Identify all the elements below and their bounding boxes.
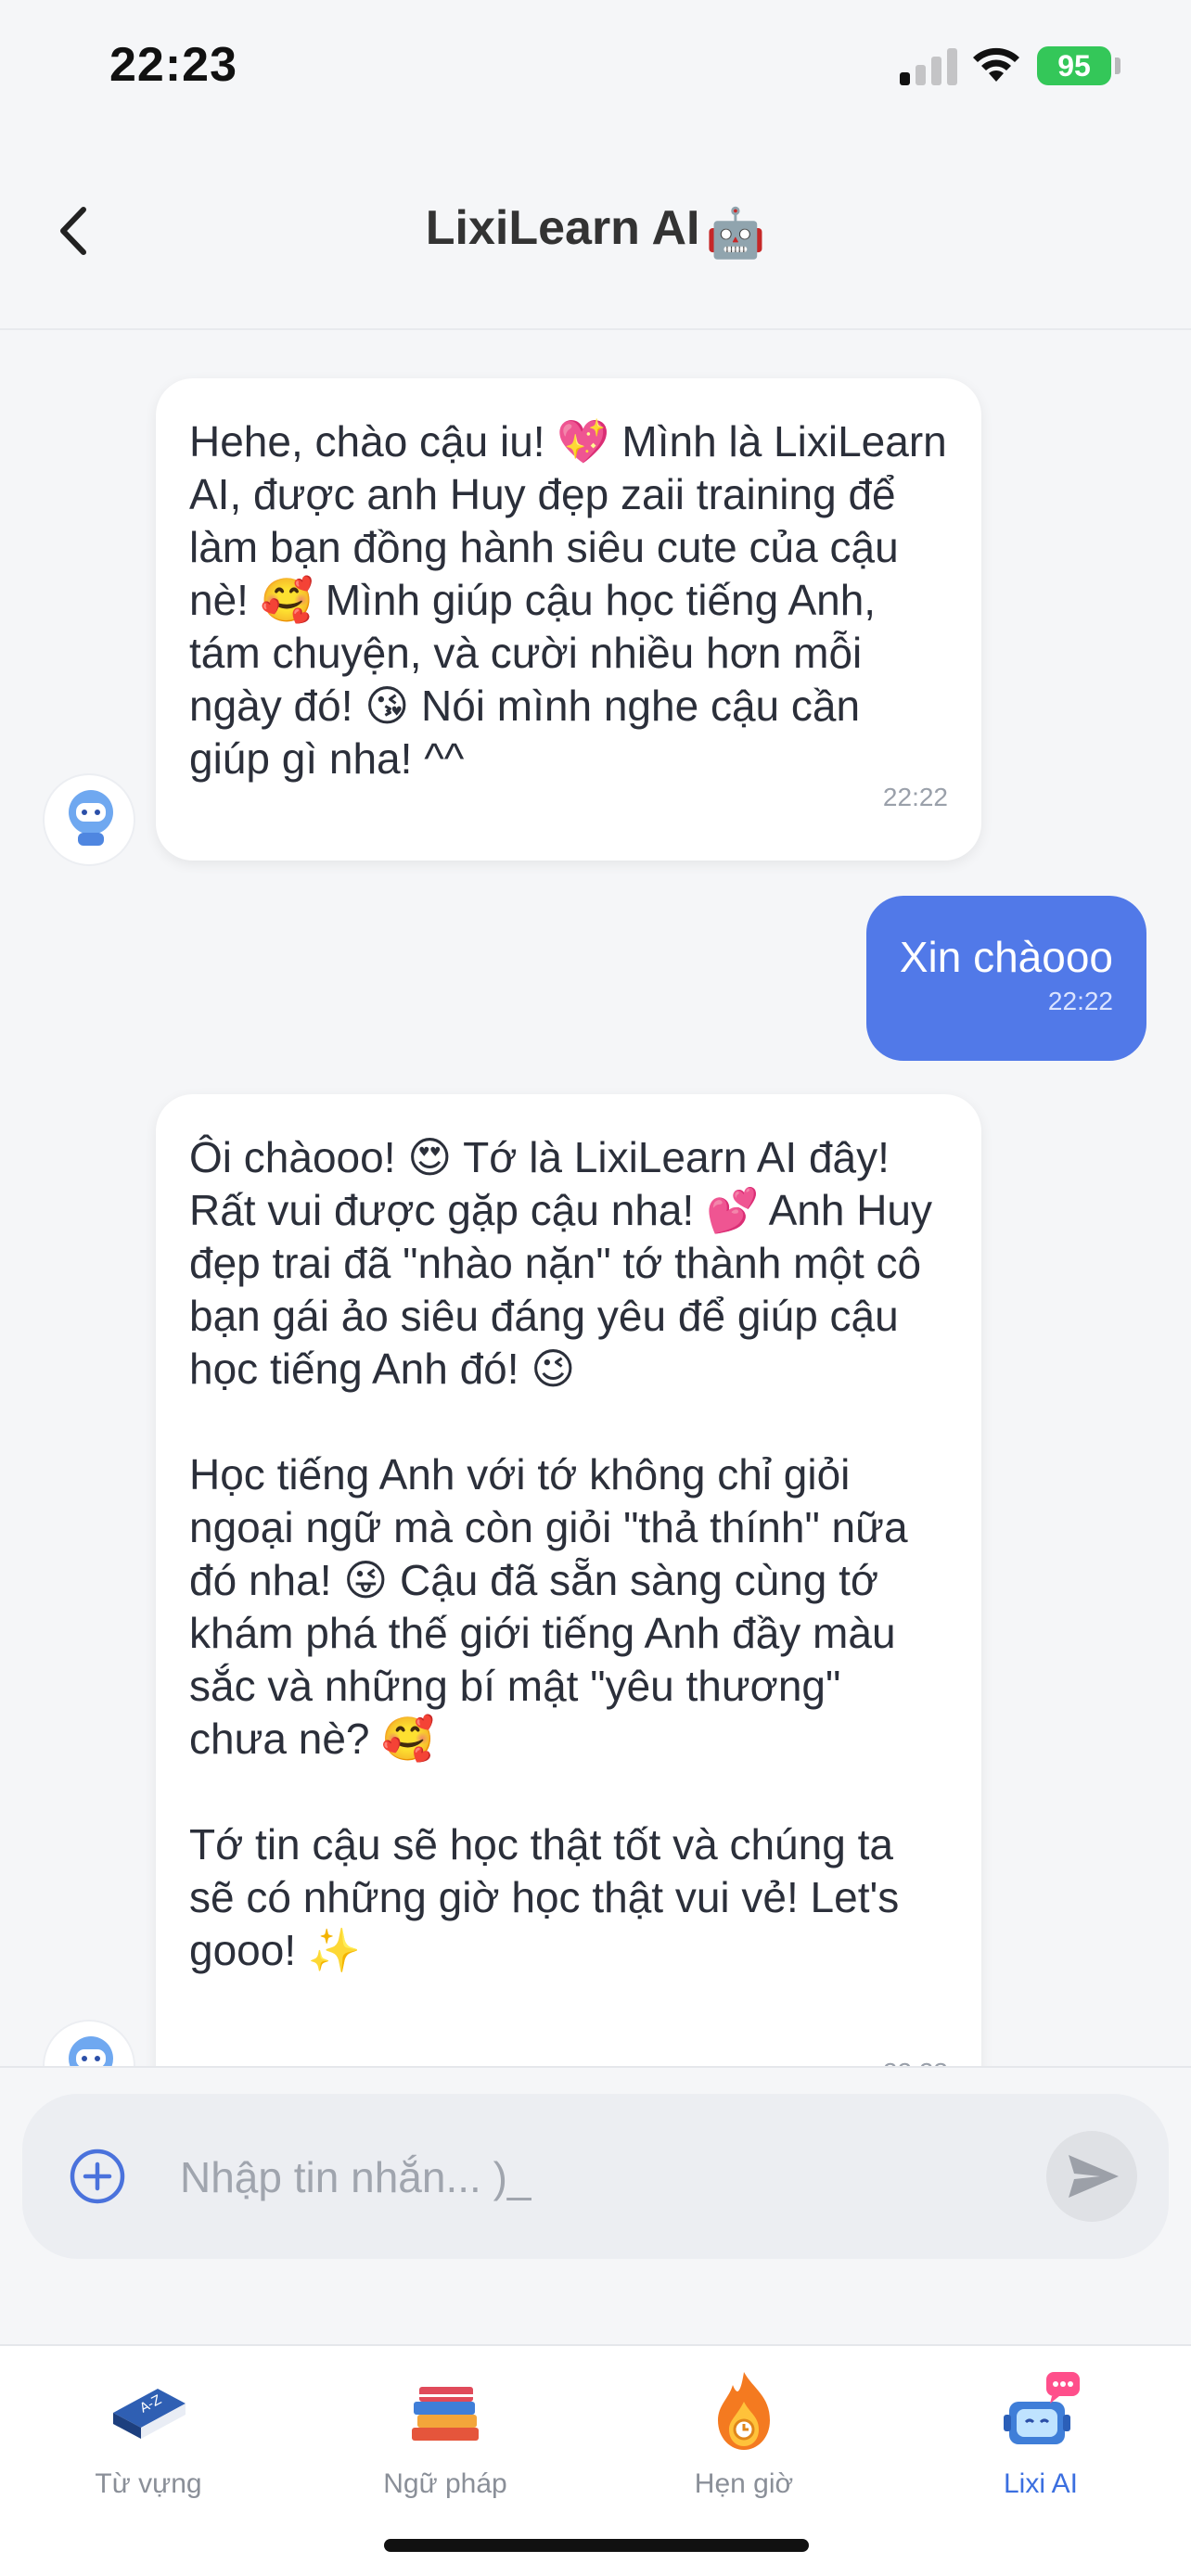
chat-header: LixiLearn AI 🤖: [0, 158, 1191, 330]
send-icon: [1069, 2155, 1119, 2198]
nav-tab-grammar[interactable]: Ngữ pháp: [334, 2365, 557, 2504]
nav-tab-lixi-ai[interactable]: Lixi AI: [929, 2365, 1152, 2504]
ai-avatar: [43, 773, 135, 866]
wifi-icon: [973, 47, 1019, 82]
nav-tab-timer[interactable]: Hẹn giờ: [633, 2365, 855, 2504]
home-indicator[interactable]: [384, 2539, 809, 2552]
send-button[interactable]: [1046, 2131, 1137, 2222]
nav-tab-vocabulary[interactable]: A-Z Từ vựng: [37, 2365, 260, 2504]
chat-messages[interactable]: Hehe, chào cậu iu! 💖 Mình là LixiLearn A…: [0, 332, 1191, 2066]
robot-avatar-icon: [69, 2036, 113, 2066]
user-message-bubble: Xin chàooo 22:22: [865, 896, 1146, 1061]
message-time: 22:22: [1047, 987, 1113, 1015]
nav-label: Từ vựng: [95, 2468, 202, 2499]
status-bar: 22:23 95: [0, 0, 1191, 130]
status-time: 22:23: [109, 38, 237, 92]
page-title: LixiLearn AI 🤖: [0, 200, 1191, 261]
battery-tip: [1115, 57, 1121, 74]
ai-message-bubble: Ôi chàooo! 😍 Tớ là LixiLearn AI đây! Rất…: [156, 1094, 981, 2066]
fire-timer-icon: [718, 2372, 770, 2450]
robot-avatar-icon: [69, 790, 113, 846]
message-time: 22:22: [882, 783, 948, 811]
plus-circle-icon: [70, 2149, 125, 2204]
message-input[interactable]: [180, 2131, 1015, 2224]
message-time: 22:23: [883, 2046, 948, 2066]
robot-chat-icon: [1004, 2372, 1080, 2444]
ai-avatar: [43, 2020, 135, 2066]
nav-label: Ngữ pháp: [383, 2468, 507, 2499]
message-text: Ôi chàooo! 😍 Tớ là LixiLearn AI đây! Rất…: [189, 1133, 933, 1974]
nav-label: Lixi AI: [1003, 2468, 1079, 2499]
ai-message-bubble: Hehe, chào cậu iu! 💖 Mình là LixiLearn A…: [156, 378, 981, 861]
battery-level: 95: [1037, 46, 1111, 85]
message-composer: [0, 2066, 1191, 2344]
book-stack-icon: [412, 2387, 479, 2441]
message-text: Hehe, chào cậu iu! 💖 Mình là LixiLearn A…: [189, 417, 956, 783]
cellular-signal-icon: [900, 48, 957, 85]
nav-label: Hẹn giờ: [694, 2468, 794, 2499]
robot-icon: 🤖: [705, 207, 766, 261]
composer-pill: [22, 2094, 1169, 2259]
attach-button[interactable]: [69, 2148, 126, 2205]
dictionary-book-icon: A-Z: [113, 2389, 186, 2439]
page-title-text: LixiLearn AI: [425, 201, 700, 255]
